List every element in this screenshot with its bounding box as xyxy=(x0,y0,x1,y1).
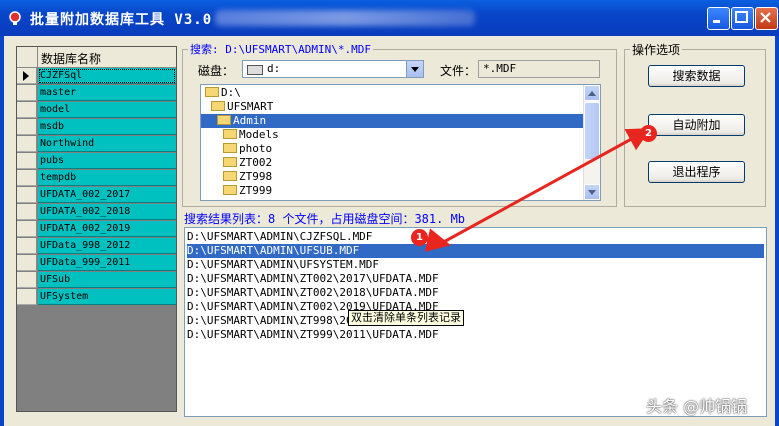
annotation-badge-1: 1 xyxy=(411,229,428,246)
arrow-to-attach-button xyxy=(439,128,652,246)
annotation-badge-2: 2 xyxy=(640,125,657,142)
annotation-arrows xyxy=(417,128,652,252)
watermark: 头条 @帅锅锅 xyxy=(646,397,748,416)
